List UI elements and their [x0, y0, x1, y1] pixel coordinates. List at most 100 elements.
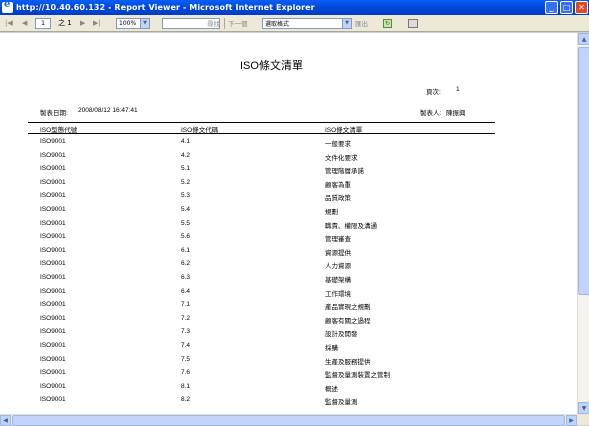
cell-code: 6.3: [181, 274, 191, 281]
cell-name: 監督及量測: [325, 399, 358, 407]
cell-type: ISO9001: [40, 328, 66, 336]
page-label: 頁次:: [426, 89, 441, 96]
page-number-input[interactable]: 1: [35, 17, 51, 29]
date-label: 製表日期:: [40, 110, 68, 117]
table-row: ISO9001 6.2 人力資源: [0, 260, 577, 274]
cell-code: 8.1: [181, 382, 191, 390]
export-format-select[interactable]: 選取格式 ▼: [262, 17, 352, 29]
cell-code: 8.2: [181, 396, 191, 404]
cell-code: 5.1: [181, 165, 191, 173]
cell-name: 概述: [325, 385, 338, 393]
first-page-button[interactable]: |◀: [5, 17, 13, 29]
cell-type: ISO9001: [40, 274, 66, 281]
table-row: ISO9001 6.3 基礎架構: [0, 274, 577, 288]
horizontal-scrollbar[interactable]: ◀ ▶: [0, 414, 577, 426]
horizontal-scroll-thumb[interactable]: [12, 415, 565, 426]
cell-type: ISO9001: [40, 206, 66, 213]
table-row: ISO9001 5.1 管理階層承諾: [0, 165, 577, 179]
scrollbar-corner: [577, 414, 589, 425]
export-format-value: 選取格式: [265, 20, 290, 28]
cell-name: 工作環境: [325, 290, 351, 298]
print-icon[interactable]: [408, 18, 418, 28]
cell-name: 基礎架構: [325, 277, 351, 284]
table-row: ISO9001 8.2 監督及量測: [0, 396, 577, 410]
cell-type: ISO9001: [40, 219, 66, 227]
table-row: ISO9001 5.5 職責、權限及溝通: [0, 220, 577, 234]
cell-code: 4.1: [181, 138, 191, 145]
zoom-select[interactable]: 100% ▼: [116, 17, 150, 29]
report-page: ISO條文清單 頁次: 1 製表日期: 2008/08/12 16:47:41 …: [0, 33, 577, 414]
find-next-link[interactable]: 下一個: [228, 17, 248, 29]
scroll-down-icon[interactable]: ▼: [578, 402, 589, 414]
cell-code: 5.3: [181, 192, 191, 200]
scroll-right-icon[interactable]: ▶: [566, 415, 577, 426]
cell-type: ISO9001: [40, 396, 66, 404]
cell-code: 5.2: [181, 178, 191, 186]
window-title: http://10.40.60.132 - Report Viewer - Mi…: [16, 3, 315, 12]
page-number: 1: [456, 86, 460, 93]
scroll-up-icon[interactable]: ▲: [578, 33, 589, 45]
refresh-icon[interactable]: ↻: [383, 18, 392, 28]
table-row: ISO9001 4.1 一般要求: [0, 138, 577, 152]
minimize-button[interactable]: _: [545, 1, 558, 14]
page-count-label: 之 1: [58, 19, 72, 27]
cell-type: ISO9001: [40, 382, 66, 390]
table-row: ISO9001 7.5 生產及服務提供: [0, 356, 577, 370]
table-row: ISO9001 6.1 資源提供: [0, 247, 577, 261]
cell-name: 規劃: [325, 209, 338, 216]
ie-icon: [2, 0, 13, 13]
cell-code: 5.5: [181, 219, 191, 227]
title-bar: http://10.40.60.132 - Report Viewer - Mi…: [0, 0, 589, 15]
cell-type: ISO9001: [40, 151, 66, 159]
prev-page-button[interactable]: ◀: [22, 17, 27, 29]
table-row: ISO9001 7.1 產品實現之規劃: [0, 301, 577, 315]
cell-type: ISO9001: [40, 233, 66, 241]
cell-code: 6.1: [181, 246, 191, 254]
export-link[interactable]: 匯出: [355, 17, 368, 29]
table-row: ISO9001 5.3 品質政策: [0, 192, 577, 206]
scroll-left-icon[interactable]: ◀: [0, 415, 11, 426]
cell-code: 6.2: [181, 260, 191, 268]
find-link[interactable]: 尋找: [207, 17, 220, 29]
cell-code: 7.1: [181, 301, 191, 309]
cell-type: ISO9001: [40, 369, 66, 377]
last-page-button[interactable]: ▶|: [93, 17, 101, 29]
cell-code: 5.4: [181, 206, 191, 213]
cell-name: 文件化要求: [325, 154, 358, 162]
close-button[interactable]: ✕: [575, 1, 588, 14]
table-row: ISO9001 7.4 採購: [0, 342, 577, 356]
cell-name: 管理階層承諾: [325, 168, 364, 176]
cell-type: ISO9001: [40, 178, 66, 186]
cell-type: ISO9001: [40, 301, 66, 309]
creator-value: 陳振興: [446, 110, 466, 117]
table-row: ISO9001 4.2 文件化要求: [0, 152, 577, 166]
creator-label: 製表人:: [420, 110, 442, 117]
cell-name: 監督及量測裝置之管制: [325, 372, 390, 380]
vertical-scroll-thumb[interactable]: [578, 47, 589, 295]
cell-name: 生產及服務提供: [325, 358, 371, 366]
cell-code: 7.2: [181, 314, 191, 322]
chevron-down-icon: ▼: [342, 18, 351, 28]
maximize-button[interactable]: □: [560, 1, 573, 14]
table-row: ISO9001 7.6 監督及量測裝置之管制: [0, 369, 577, 383]
cell-type: ISO9001: [40, 287, 66, 295]
cell-type: ISO9001: [40, 246, 66, 254]
vertical-scrollbar[interactable]: ▲ ▼: [577, 33, 589, 414]
header-top-rule: [28, 122, 495, 123]
table-row: ISO9001 6.4 工作環境: [0, 288, 577, 302]
cell-type: ISO9001: [40, 260, 66, 268]
cell-code: 6.4: [181, 287, 191, 295]
report-toolbar: |◀ ◀ 1 之 1 ▶ ▶| 100% ▼ 尋找 下一個 選取格式 ▼ 匯出 …: [0, 15, 589, 32]
cell-name: 產品實現之規劃: [325, 304, 371, 312]
table-row: ISO9001 8.1 概述: [0, 383, 577, 397]
date-value: 2008/08/12 16:47:41: [78, 107, 138, 114]
cell-name: 顧客為重: [325, 181, 351, 189]
cell-code: 7.4: [181, 342, 191, 349]
table-row: ISO9001 7.3 設計及開發: [0, 328, 577, 342]
next-page-button[interactable]: ▶: [80, 17, 85, 29]
cell-code: 7.6: [181, 369, 191, 377]
cell-code: 4.2: [181, 151, 191, 159]
chevron-down-icon: ▼: [140, 18, 149, 28]
cell-type: ISO9001: [40, 342, 66, 349]
cell-name: 設計及開發: [325, 331, 358, 339]
